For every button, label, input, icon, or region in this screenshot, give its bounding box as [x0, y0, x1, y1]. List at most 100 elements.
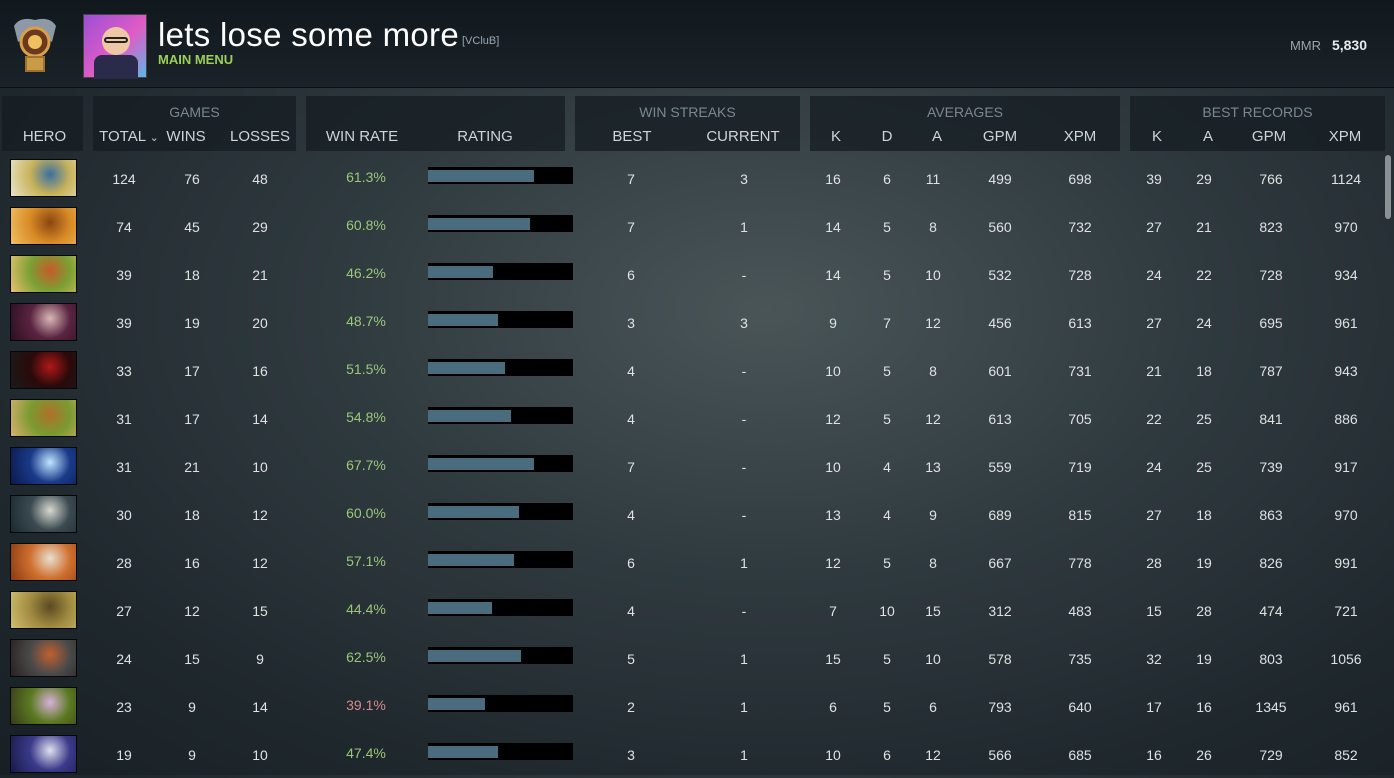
- best-streak: 2: [627, 699, 635, 715]
- rating-bar-fill: [428, 746, 498, 758]
- current-streak: -: [741, 363, 747, 379]
- table-row[interactable]: 74 45 29 60.8% 7 1 14 5 8 560 732 27 21 823 970: [0, 202, 1394, 250]
- hero-portrait-icon[interactable]: [10, 687, 77, 725]
- avg-assists: 9: [929, 507, 937, 523]
- col-avg-gpm[interactable]: GPM: [975, 128, 1025, 146]
- best-streak: 4: [627, 603, 635, 619]
- best-assists: 18: [1196, 363, 1212, 379]
- col-best-kills[interactable]: K: [1137, 128, 1177, 146]
- hero-portrait-icon[interactable]: [10, 735, 77, 773]
- best-streak: 6: [627, 555, 635, 571]
- table-row[interactable]: 31 21 10 67.7% 7-10 4 13 559 719 24 25 739 917: [0, 442, 1394, 490]
- best-xpm: 991: [1334, 555, 1358, 571]
- best-xpm: 721: [1334, 603, 1358, 619]
- table-row[interactable]: 28 16 12 57.1% 6 1 12 5 8 667 778 28 19 826 991: [0, 538, 1394, 586]
- avg-xpm: 735: [1068, 651, 1092, 667]
- avg-gpm: 689: [988, 507, 1012, 523]
- hero-portrait-icon[interactable]: [10, 399, 77, 437]
- col-best-gpm[interactable]: GPM: [1244, 128, 1294, 146]
- mmr-value: 5,830: [1331, 37, 1367, 53]
- avg-xpm: 732: [1068, 219, 1092, 235]
- wins: 19: [184, 315, 200, 331]
- avg-xpm: 483: [1068, 603, 1092, 619]
- best-assists: 19: [1196, 651, 1212, 667]
- hero-portrait-icon[interactable]: [10, 639, 77, 677]
- best-assists: 19: [1196, 555, 1212, 571]
- col-wins[interactable]: WINS: [156, 128, 216, 146]
- table-row[interactable]: 24 15 9 62.5% 5 1 15 5 10 578 735 32 19 803 1056: [0, 634, 1394, 682]
- table-row[interactable]: 23 9 14 39.1% 2 1 6 5 6 793 640 17 16 1345 961: [0, 682, 1394, 730]
- col-win-rate[interactable]: WIN RATE: [322, 128, 402, 146]
- col-total[interactable]: TOTAL ⌄: [94, 128, 164, 147]
- hero-portrait-icon[interactable]: [10, 351, 77, 389]
- total-games: 19: [116, 747, 132, 763]
- col-hero[interactable]: HERO: [4, 128, 85, 146]
- avg-gpm: 560: [988, 219, 1012, 235]
- wins: 21: [184, 459, 200, 475]
- best-streak: 7: [627, 171, 635, 187]
- total-games: 24: [116, 651, 132, 667]
- scrollbar[interactable]: [1385, 155, 1391, 219]
- avg-xpm: 778: [1068, 555, 1092, 571]
- col-avg-deaths[interactable]: D: [867, 128, 907, 146]
- table-row[interactable]: 19 9 10 47.4% 3 1 10 6 12 566 685 16 26 729 852: [0, 730, 1394, 778]
- current-streak: 3: [740, 315, 748, 331]
- avg-assists: 8: [929, 555, 937, 571]
- avg-kills: 15: [825, 651, 841, 667]
- main-menu-link[interactable]: MAIN MENU: [158, 52, 233, 67]
- col-best-xpm[interactable]: XPM: [1320, 128, 1370, 146]
- wins: 18: [184, 267, 200, 283]
- total-games: 33: [116, 363, 132, 379]
- best-xpm: 961: [1334, 699, 1358, 715]
- col-current-streak[interactable]: CURRENT: [703, 128, 783, 146]
- best-streak: 7: [627, 219, 635, 235]
- rating-bar: [428, 407, 573, 424]
- table-row[interactable]: 27 12 15 44.4% 4-7 10 15 312 483 15 28 474 721: [0, 586, 1394, 634]
- hero-portrait-icon[interactable]: [10, 495, 77, 533]
- avg-xpm: 728: [1068, 267, 1092, 283]
- averages-group-title: AVERAGES: [927, 104, 1003, 120]
- col-rating[interactable]: RATING: [445, 128, 525, 146]
- table-row[interactable]: 31 17 14 54.8% 4-12 5 12 613 705 22 25 841 886: [0, 394, 1394, 442]
- win-rate: 44.4%: [346, 601, 386, 617]
- table-row[interactable]: 30 18 12 60.0% 4-13 4 9 689 815 27 18 863 970: [0, 490, 1394, 538]
- hero-portrait-icon[interactable]: [10, 159, 77, 197]
- col-best-assists[interactable]: A: [1188, 128, 1228, 146]
- avg-kills: 7: [829, 603, 837, 619]
- table-row[interactable]: 33 17 16 51.5% 4-10 5 8 601 731 21 18 787 943: [0, 346, 1394, 394]
- table-row[interactable]: 124 76 48 61.3% 7 3 16 6 11 499 698 39 29 766 1124: [0, 154, 1394, 202]
- hero-portrait-icon[interactable]: [10, 543, 77, 581]
- rating-bar-fill: [428, 218, 530, 230]
- clan-tag: [VCluB]: [462, 35, 500, 47]
- win-rate: 60.8%: [346, 217, 386, 233]
- total-games: 31: [116, 459, 132, 475]
- rating-bar-fill: [428, 410, 511, 422]
- col-avg-xpm[interactable]: XPM: [1055, 128, 1105, 146]
- table-row[interactable]: 39 19 20 48.7% 3 3 9 7 12 456 613 27 24 695 961: [0, 298, 1394, 346]
- best-streak: 4: [627, 363, 635, 379]
- avg-kills: 9: [829, 315, 837, 331]
- wins: 17: [184, 363, 200, 379]
- avatar[interactable]: [83, 14, 147, 79]
- rating-bar-fill: [428, 314, 498, 326]
- col-best-streak[interactable]: BEST: [602, 128, 662, 146]
- hero-portrait-icon[interactable]: [10, 207, 77, 245]
- hero-portrait-icon[interactable]: [10, 255, 77, 293]
- rating-bar-fill: [428, 458, 534, 470]
- hero-portrait-icon[interactable]: [10, 303, 77, 341]
- col-avg-assists[interactable]: A: [917, 128, 957, 146]
- rating-bar: [428, 647, 573, 664]
- rating-bar-fill: [428, 170, 534, 182]
- rating-bar: [428, 743, 573, 760]
- avg-kills: 12: [825, 555, 841, 571]
- table-row[interactable]: 39 18 21 46.2% 6-14 5 10 532 728 24 22 728 934: [0, 250, 1394, 298]
- col-avg-kills[interactable]: K: [816, 128, 856, 146]
- avg-assists: 12: [925, 747, 941, 763]
- hero-portrait-icon[interactable]: [10, 447, 77, 485]
- col-losses[interactable]: LOSSES: [226, 128, 294, 146]
- hero-portrait-icon[interactable]: [10, 591, 77, 629]
- avg-gpm: 559: [988, 459, 1012, 475]
- total-games: 74: [116, 219, 132, 235]
- total-games: 39: [116, 267, 132, 283]
- best-gpm: 766: [1259, 171, 1283, 187]
